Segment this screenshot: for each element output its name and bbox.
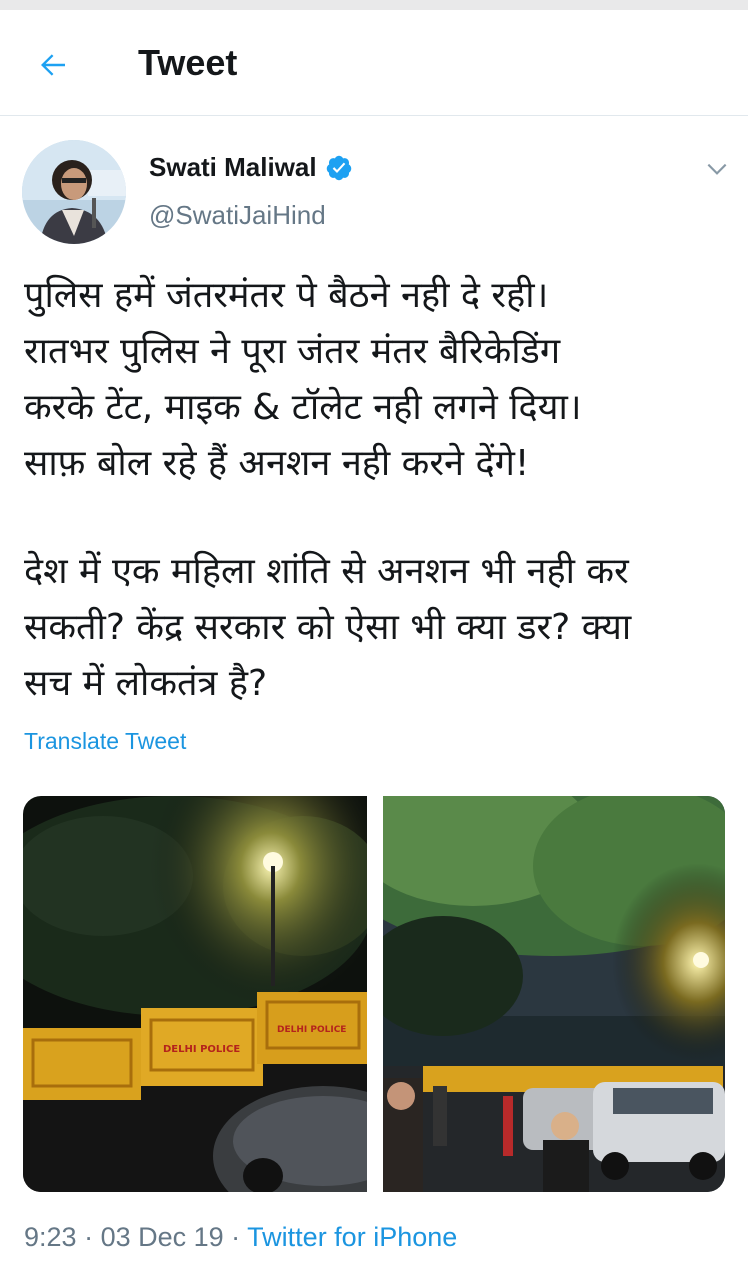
tweet-paragraph: पुलिस हमें जंतरमंतर पे बैठने नही दे रही।… [24,268,729,492]
tweet-line: पुलिस हमें जंतरमंतर पे बैठने नही दे रही। [24,275,549,316]
barricade-label: DELHI POLICE [277,1025,346,1035]
tweet-meta: 9:23 · 03 Dec 19 · Twitter for iPhone [24,1222,457,1253]
photo-barricades-night[interactable]: DELHI POLICE DELHI POLICE [23,796,367,1192]
tweet-options-button[interactable] [700,152,734,186]
tweet-line: रातभर पुलिस ने पूरा जंतर मंतर बैरिकेडिंग [24,331,561,372]
tweet-paragraph: देश में एक महिला शांति से अनशन भी नही कर… [24,544,729,712]
avatar[interactable] [22,140,126,244]
header-bar: Tweet [0,10,748,116]
tweet-line: सच में लोकतंत्र है? [24,663,268,704]
photo-street-night[interactable] [383,796,725,1192]
tweet-source-link[interactable]: Twitter for iPhone [247,1222,457,1252]
translate-tweet-link[interactable]: Translate Tweet [24,728,186,755]
page-title: Tweet [138,42,238,83]
arrow-left-icon [41,54,65,76]
tweet-date: 03 Dec 19 [100,1222,224,1252]
barricade-label: DELHI POLICE [163,1044,240,1055]
verified-badge-icon [326,155,351,180]
author-name[interactable]: Swati Maliwal [149,152,353,183]
meta-separator: · [76,1222,101,1252]
back-button[interactable] [28,40,78,90]
tweet-line: करके टेंट, माइक & टॉलेट नही लगने दिया। [24,387,582,428]
status-strip [0,0,748,10]
tweet-line: देश में एक महिला शांति से अनशन भी नही कर [24,551,629,592]
author-handle[interactable]: @SwatiJaiHind [149,200,326,231]
meta-separator: · [223,1222,248,1252]
chevron-down-icon [707,163,727,175]
author-name-text: Swati Maliwal [149,152,317,182]
tweet-line: साफ़ बोल रहे हैं अनशन नही करने देंगे! [24,443,530,484]
tweet-line: सकती? केंद्र सरकार को ऐसा भी क्या डर? क्… [24,607,632,648]
tweet-text: पुलिस हमें जंतरमंतर पे बैठने नही दे रही।… [24,268,729,712]
tweet-time: 9:23 [24,1222,77,1252]
